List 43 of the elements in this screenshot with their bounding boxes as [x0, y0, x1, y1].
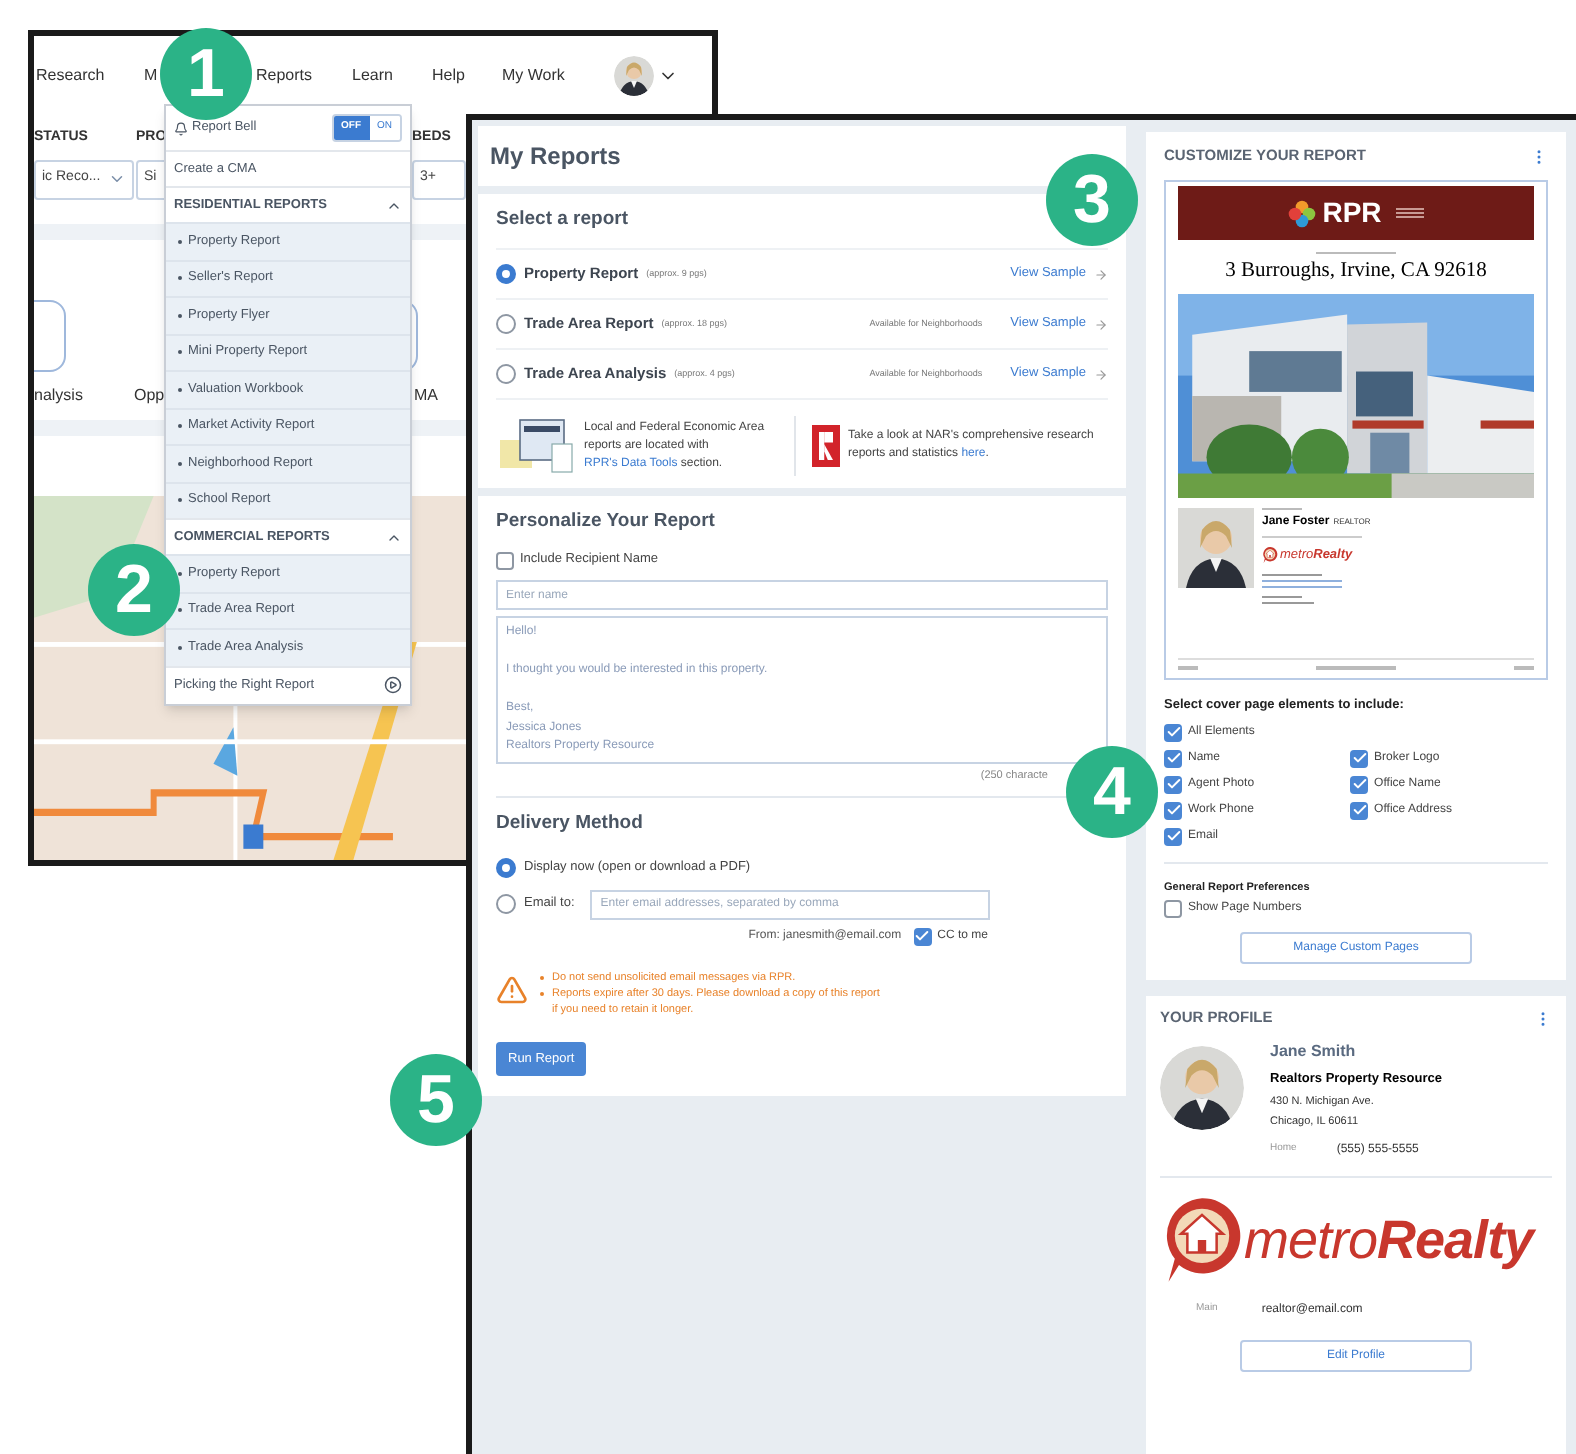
nav-link[interactable]: Help — [432, 64, 465, 88]
tile-label[interactable]: nalysis — [34, 383, 83, 407]
radio-button[interactable] — [496, 894, 516, 914]
nav-link[interactable]: Learn — [352, 64, 393, 88]
brand-name: RPR — [1322, 194, 1382, 232]
page-title: My Reports — [490, 140, 621, 174]
tile-label[interactable]: Opp — [134, 383, 165, 407]
checkbox[interactable] — [1164, 723, 1182, 742]
chevron-down-icon — [108, 170, 126, 188]
profile-name: Jane Smith — [1270, 1040, 1358, 1064]
checkbox[interactable] — [1164, 900, 1182, 918]
warning-icon — [496, 974, 528, 1006]
checkbox[interactable] — [1350, 775, 1369, 794]
section-title: Delivery Method — [496, 809, 645, 838]
radio-button[interactable] — [496, 858, 516, 878]
radio-button[interactable] — [496, 314, 516, 334]
tile-label[interactable]: MA — [414, 383, 438, 407]
checkbox[interactable] — [496, 551, 514, 569]
cover-address: 3 Burroughs, Irvine, CA 92618 — [1225, 258, 1487, 286]
radio-button[interactable] — [496, 364, 516, 384]
section-title: Personalize Your Report — [496, 507, 717, 536]
checkbox[interactable] — [1164, 801, 1182, 820]
bell-icon — [174, 121, 188, 135]
play-icon[interactable] — [384, 676, 402, 694]
arrow-right-icon — [1094, 367, 1108, 381]
checkbox[interactable] — [1350, 749, 1369, 768]
nav-link[interactable]: Research — [36, 64, 105, 88]
checkbox[interactable] — [1164, 749, 1182, 768]
nav-link[interactable]: Reports — [256, 64, 313, 88]
checkbox[interactable] — [1350, 801, 1369, 820]
nav-link[interactable]: M — [144, 64, 158, 88]
step-marker: 5 — [390, 1054, 482, 1146]
checkbox[interactable] — [913, 927, 932, 945]
radio-button[interactable] — [496, 264, 516, 284]
documents-icon — [496, 416, 576, 476]
checkbox[interactable] — [1164, 775, 1182, 794]
flower-logo-icon — [1288, 199, 1317, 227]
nav-link[interactable]: My Work — [502, 64, 565, 88]
broker-logo-text: metroRealty — [1244, 1208, 1534, 1274]
arrow-right-icon — [1094, 267, 1108, 281]
house-bubble-icon — [1262, 546, 1278, 565]
arrow-right-icon — [1094, 317, 1108, 331]
checkbox[interactable] — [1164, 827, 1182, 846]
